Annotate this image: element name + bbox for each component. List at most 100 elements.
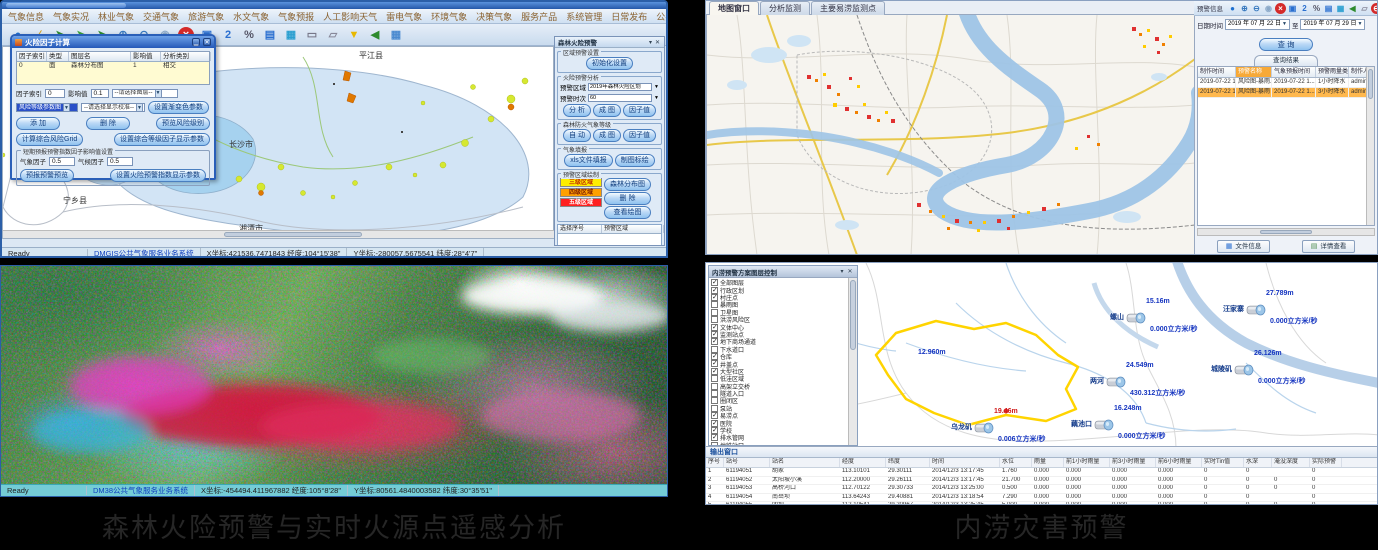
column-header[interactable]: 前3小时雨量 xyxy=(1110,458,1156,467)
table-row[interactable]: 261194052太阳坡小溪112.2000029.261112014/12/3… xyxy=(706,477,1378,486)
table-vertical-scrollbar[interactable] xyxy=(1366,67,1374,225)
satellite-fire-image[interactable] xyxy=(1,266,667,484)
menu-item[interactable]: 林业气象 xyxy=(98,10,134,23)
column-header[interactable]: 纬度 xyxy=(886,458,930,467)
column-header[interactable]: 时间 xyxy=(930,458,1000,467)
layer-checkbox[interactable] xyxy=(711,316,718,323)
column-header[interactable]: 预警名称 xyxy=(1236,67,1272,77)
analysis-button[interactable]: 因子值 xyxy=(623,104,656,117)
toolbar-icon[interactable]: ⊖ xyxy=(1251,3,1262,14)
set-display-button[interactable]: 设置综合等级因子显示参数 xyxy=(114,133,210,146)
toolbar-icon[interactable]: ⊖ xyxy=(1371,3,1378,14)
table-row[interactable]: 461194054南岳坝113.6424329.408812014/12/3 1… xyxy=(706,494,1378,503)
draw-region-button[interactable]: 森林分布图 xyxy=(604,178,651,191)
column-header[interactable]: 淹没深度 xyxy=(1272,458,1310,467)
layer-item[interactable]: 地铁站口 xyxy=(711,442,846,445)
impact-input[interactable]: 0.1 xyxy=(91,89,109,98)
menu-item[interactable]: 决策气象 xyxy=(476,10,512,23)
weather-report-button[interactable]: 制图标绘 xyxy=(615,154,655,167)
fire-level-button[interactable]: 因子值 xyxy=(623,129,656,142)
column-header[interactable]: 分析类别 xyxy=(161,52,211,61)
level-param-select[interactable]: 风险等级参数图▼ xyxy=(16,103,78,112)
draw-region-button[interactable]: 查看绘图 xyxy=(604,206,651,219)
column-header[interactable]: 站名 xyxy=(770,458,840,467)
column-header[interactable]: 水位 xyxy=(1000,458,1032,467)
layer-panel-titlebar[interactable]: 内涝预警方案图层控制 ▾ ✕ xyxy=(709,266,857,278)
menu-item[interactable]: 旅游气象 xyxy=(188,10,224,23)
close-icon[interactable]: ✕ xyxy=(654,39,661,46)
column-header[interactable]: 序号 xyxy=(706,458,724,467)
toolbar-icon[interactable]: ▤ xyxy=(262,27,278,43)
menu-item[interactable]: 服务产品 xyxy=(521,10,557,23)
layer-checkbox[interactable] xyxy=(711,346,718,353)
file-info-button[interactable]: ▦文件信息 xyxy=(1217,240,1271,253)
draw-region-button[interactable]: 删 除 xyxy=(604,192,651,205)
menu-item[interactable]: 气象实况 xyxy=(53,10,89,23)
output-titlebar[interactable]: 输出窗口 xyxy=(706,447,1378,458)
layer-checkbox[interactable] xyxy=(711,412,718,419)
station-marker[interactable]: 两河 24.549m 430.312立方米/秒 xyxy=(1106,375,1126,387)
toolbar-icon[interactable]: ▼ xyxy=(346,27,362,43)
layer-scrollbar[interactable] xyxy=(848,278,857,445)
table-row[interactable]: 161194051胡家113.1010129.301112014/12/3 13… xyxy=(706,468,1378,477)
column-header[interactable]: 经度 xyxy=(840,458,886,467)
toolbar-icon[interactable]: ▱ xyxy=(1359,3,1370,14)
station-marker[interactable]: 城陵矶 26.126m 0.000立方米/秒 xyxy=(1234,363,1254,375)
init-settings-button[interactable]: 初始化设置 xyxy=(586,57,633,70)
column-header[interactable]: 气象预报时间 xyxy=(1272,67,1316,77)
menu-item[interactable]: 日常发布 xyxy=(611,10,647,23)
station-marker[interactable]: 藕池口 16.248m 0.000立方米/秒 xyxy=(1094,418,1114,430)
menu-item[interactable]: 公共气象服务网 xyxy=(656,10,668,23)
menu-item[interactable]: 系统管理 xyxy=(566,10,602,23)
column-header[interactable]: 因子索引 xyxy=(17,52,47,61)
gradient-params-button[interactable]: 设置渐变色参数 xyxy=(148,101,209,114)
fire-level-button[interactable]: 成 图 xyxy=(593,129,621,142)
layer-checkbox[interactable] xyxy=(711,324,718,331)
date-to-picker[interactable]: 2019 年 07 月 29 日▼ xyxy=(1300,19,1365,30)
menu-item[interactable]: 雷电气象 xyxy=(386,10,422,23)
layer-checkbox[interactable] xyxy=(711,294,718,301)
toolbar-icon[interactable]: ▦ xyxy=(1335,3,1346,14)
layer-checkbox[interactable] xyxy=(711,331,718,338)
table-row[interactable]: 0面森林分布图1相交 xyxy=(17,62,209,70)
minimize-icon[interactable]: ▁ xyxy=(192,38,200,46)
layer-checkbox[interactable] xyxy=(711,375,718,382)
layer-checkbox[interactable] xyxy=(711,397,718,404)
flood-street-map[interactable] xyxy=(706,14,1196,255)
station-marker[interactable]: 螺山 15.16m 0.000立方米/秒 xyxy=(1126,311,1146,323)
column-header[interactable]: 图层名 xyxy=(69,52,131,61)
chevron-down-icon[interactable]: ▼ xyxy=(654,95,659,101)
toolbar-icon[interactable]: % xyxy=(241,27,257,43)
layer-checkbox[interactable] xyxy=(711,434,718,441)
analysis-button[interactable]: 分 析 xyxy=(563,104,591,117)
panel-titlebar[interactable]: 森林火险预警 ▾ ✕ xyxy=(555,37,664,48)
menu-item[interactable]: 气象信息 xyxy=(8,10,44,23)
map-tab[interactable]: 分析监测 xyxy=(760,1,810,15)
toolbar-icon[interactable]: ▦ xyxy=(283,27,299,43)
menu-item[interactable]: 交通气象 xyxy=(143,10,179,23)
menu-item[interactable]: 气象预报 xyxy=(278,10,314,23)
layer-select[interactable]: --请选择图层--▼ xyxy=(112,89,178,98)
layer-checkbox[interactable] xyxy=(711,279,718,286)
toolbar-icon[interactable]: ▦ xyxy=(388,27,404,43)
fire-factor-dialog[interactable]: 火险因子计算 ▁ ✕ 因子索引类型图层名影响值分析类别 0面森林分布图1相交 xyxy=(10,34,216,180)
layer-checkbox[interactable] xyxy=(711,309,718,316)
query-button[interactable]: 查 询 xyxy=(1259,38,1313,51)
toolbar-icon[interactable]: ⊕ xyxy=(1239,3,1250,14)
table-row[interactable]: 561194055团坝112.1054129.209672014/12/3 13… xyxy=(706,502,1378,504)
column-header[interactable]: 实际预警 xyxy=(1310,458,1342,467)
layer-checkbox[interactable] xyxy=(711,420,718,427)
map-tab[interactable]: 地图窗口 xyxy=(709,1,759,15)
forecast-preview-button[interactable]: 预报预警预览 xyxy=(20,169,74,182)
layer-checkbox[interactable] xyxy=(711,383,718,390)
layer-checkbox[interactable] xyxy=(711,427,718,434)
menu-item[interactable]: 人工影响天气 xyxy=(323,10,377,23)
chevron-down-icon[interactable]: ▼ xyxy=(654,84,659,90)
layer-checkbox[interactable] xyxy=(711,405,718,412)
status-system-name[interactable]: DM38公共气象服务业务系统 xyxy=(87,485,195,496)
menu-item[interactable]: 水文气象 xyxy=(233,10,269,23)
toolbar-icon[interactable]: 2 xyxy=(220,27,236,43)
panel-horizontal-scrollbar[interactable] xyxy=(1197,228,1375,236)
map-horizontal-scrollbar[interactable] xyxy=(3,230,555,238)
column-header[interactable]: 影响值 xyxy=(131,52,161,61)
